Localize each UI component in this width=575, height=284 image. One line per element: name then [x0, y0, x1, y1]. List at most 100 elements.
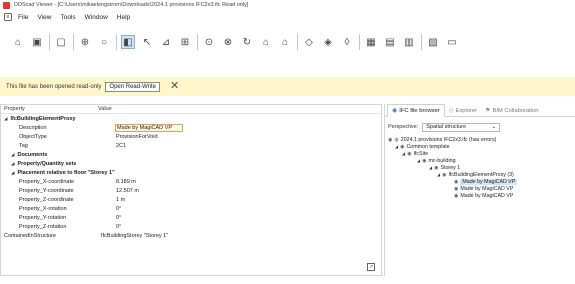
property-row[interactable]: Description Made by MagiCAD VP [1, 123, 381, 132]
title-bar: DDScad Viewer - [C:\Users\mikaelengstrom… [0, 0, 575, 10]
collapse-arrow-icon[interactable]: ◢ [11, 161, 14, 167]
tree-item-label: mc-building [428, 157, 456, 164]
property-name: Property_Z-coordinate [19, 196, 74, 203]
tree-item-proxy[interactable]: ◉ Made by MagiCAD VP [385, 178, 575, 185]
collapse-arrow-icon[interactable]: ◢ [11, 170, 14, 176]
tab-label: BIM Collaboration [492, 107, 539, 114]
collapse-arrow-icon[interactable]: ◢ [11, 152, 14, 158]
visibility-eye-icon[interactable]: ◉ [454, 193, 458, 199]
table-icon[interactable]: ▥ [402, 35, 416, 49]
expand-icon[interactable]: ↗ [367, 263, 375, 271]
group-row[interactable]: ◢ IfcBuildingElementProxy [1, 114, 381, 123]
property-row[interactable]: Tag 2C1 [1, 141, 381, 150]
properties-icon[interactable]: ▧ [426, 35, 440, 49]
property-row[interactable]: ContainedInStructure IfcBuildingStorey "… [1, 231, 381, 240]
save-icon[interactable]: ▣ [30, 35, 44, 49]
group-row[interactable]: ◢ Placement relative to floor "Storey 1" [1, 168, 381, 177]
tree-item-label: Common template [406, 143, 450, 150]
visibility-eye-icon[interactable]: ◉ [407, 151, 411, 157]
new-document-icon[interactable]: ▢ [54, 35, 68, 49]
property-row[interactable]: Property_X-rotation 0° [1, 204, 381, 213]
zoom-window-icon[interactable]: ⊗ [221, 35, 235, 49]
clip-plane-icon[interactable]: ◇ [302, 35, 316, 49]
menu-window[interactable]: Window [85, 14, 108, 21]
collapse-arrow-icon[interactable]: ◢ [417, 158, 420, 163]
perspective-dropdown[interactable]: Spatial structure ⌄ [422, 122, 501, 132]
visibility-eye-icon[interactable]: ◉ [400, 144, 404, 150]
tree-item-proxy[interactable]: ◉ Made by MagiCAD VP [385, 185, 575, 192]
visibility-eye-icon[interactable]: ◉ [454, 179, 458, 185]
collapse-arrow-icon[interactable]: ◢ [437, 172, 440, 177]
visibility-eye-icon[interactable]: ◉ [442, 172, 446, 178]
rotate-icon[interactable]: ↻ [240, 35, 254, 49]
menu-view[interactable]: View [37, 14, 51, 21]
tree-item-proxy-group[interactable]: ◢ ◉ IfcBuildingElementProxy (3) [385, 171, 575, 178]
collapse-arrow-icon[interactable]: ◢ [402, 151, 405, 156]
perspective-label: Perspective: [388, 124, 419, 130]
box-view-icon[interactable]: ⌂ [278, 35, 292, 49]
open-folder-icon[interactable]: ⌂ [11, 35, 25, 49]
tree-item-label: Made by MagiCAD VP [460, 192, 514, 199]
tab-bim-collaboration[interactable]: ⚑ BIM Collaboration [481, 105, 542, 116]
property-row[interactable]: Property_Z-rotation 0° [1, 222, 381, 231]
tree-item-proxy[interactable]: ◉ Made by MagiCAD VP [385, 192, 575, 199]
property-row[interactable]: Property_Y-coordinate 12.507 m [1, 186, 381, 195]
property-value: 8.189 m [116, 178, 136, 185]
tree-item-building[interactable]: ◢ ◉ mc-building [385, 157, 575, 164]
measure-tool-icon[interactable]: ⊿ [159, 35, 173, 49]
report-icon[interactable]: ▭ [445, 35, 459, 49]
zoom-extents-icon[interactable]: ⊕ [78, 35, 92, 49]
property-row[interactable]: Property_Y-rotation 0° [1, 213, 381, 222]
perspective-row: Perspective: Spatial structure ⌄ [385, 120, 575, 134]
visibility-eye-icon[interactable]: ◉ [434, 165, 438, 171]
visibility-eye-icon[interactable]: ◉ [422, 158, 426, 164]
collapse-arrow-icon[interactable]: ◢ [429, 165, 432, 170]
pointer-tool-icon[interactable]: ↖ [140, 35, 154, 49]
property-name: Description [19, 124, 47, 131]
menu-help[interactable]: Help [117, 14, 130, 21]
tree-item-storey[interactable]: ◢ ◉ Storey 1 [385, 164, 575, 171]
tree-item-site[interactable]: ◢ ◉ IfcSite [385, 150, 575, 157]
home-view-icon[interactable]: ⌂ [259, 35, 273, 49]
browser-tabs: ◉ IFC file browser ◇ Explorer ⚑ BIM Coll… [385, 104, 575, 117]
menu-tools[interactable]: Tools [60, 14, 75, 21]
property-name: ObjectType [19, 133, 47, 140]
grid-icon[interactable]: ▦ [364, 35, 378, 49]
property-name: Property_X-rotation [19, 205, 67, 212]
property-grid-header: Property Value [1, 105, 381, 114]
visibility-eye-icon[interactable]: ◉ [388, 137, 392, 143]
tree-item-file[interactable]: ◉ ◍ 2024.1 provisions IFC2x3.ifc (has er… [385, 136, 575, 143]
tab-explorer[interactable]: ◇ Explorer [445, 105, 481, 116]
select-tool-icon[interactable]: ◧ [121, 35, 135, 49]
property-row[interactable]: ObjectType ProvisionForVoid [1, 132, 381, 141]
ifc-browser-panel: ◉ IFC file browser ◇ Explorer ⚑ BIM Coll… [384, 104, 575, 276]
tab-ifc-file-browser[interactable]: ◉ IFC file browser [387, 104, 445, 117]
collapse-arrow-icon[interactable]: ◢ [4, 116, 7, 122]
hide-icon[interactable]: ◊ [340, 35, 354, 49]
tree-item-label: IfcBuildingElementProxy (3) [448, 171, 514, 178]
menu-file[interactable]: File [18, 14, 28, 21]
visibility-eye-icon[interactable]: ◉ [454, 186, 458, 192]
property-row[interactable]: Property_X-coordinate 8.189 m [1, 177, 381, 186]
flag-icon: ⚑ [485, 108, 491, 114]
tree-item-template[interactable]: ◢ ◉ Common template [385, 143, 575, 150]
group-row[interactable]: ◢ Property/Quantity sets [1, 159, 381, 168]
property-value: 1 m [116, 196, 126, 203]
transparency-icon[interactable]: ◈ [321, 35, 335, 49]
app-menu-icon[interactable]: ≡ [4, 13, 12, 21]
toolbar-divider [116, 34, 117, 50]
orbit-icon[interactable]: ⊙ [202, 35, 216, 49]
group-row[interactable]: ◢ Documents [1, 150, 381, 159]
section-tool-icon[interactable]: ⊞ [178, 35, 192, 49]
tab-label: IFC file browser [399, 107, 440, 114]
tab-label: Explorer [455, 107, 478, 114]
collapse-arrow-icon[interactable]: ◢ [395, 144, 398, 149]
layers-icon[interactable]: ▤ [383, 35, 397, 49]
tree-item-label: Made by MagiCAD VP [460, 185, 514, 192]
toolbar-divider [421, 34, 422, 50]
close-icon[interactable]: ✕ [170, 81, 179, 92]
zoom-icon[interactable]: ○ [97, 35, 111, 49]
property-row[interactable]: Property_Z-coordinate 1 m [1, 195, 381, 204]
open-read-write-button[interactable]: Open Read-Write [105, 81, 160, 92]
property-value-highlighted[interactable]: Made by MagiCAD VP [114, 123, 184, 132]
